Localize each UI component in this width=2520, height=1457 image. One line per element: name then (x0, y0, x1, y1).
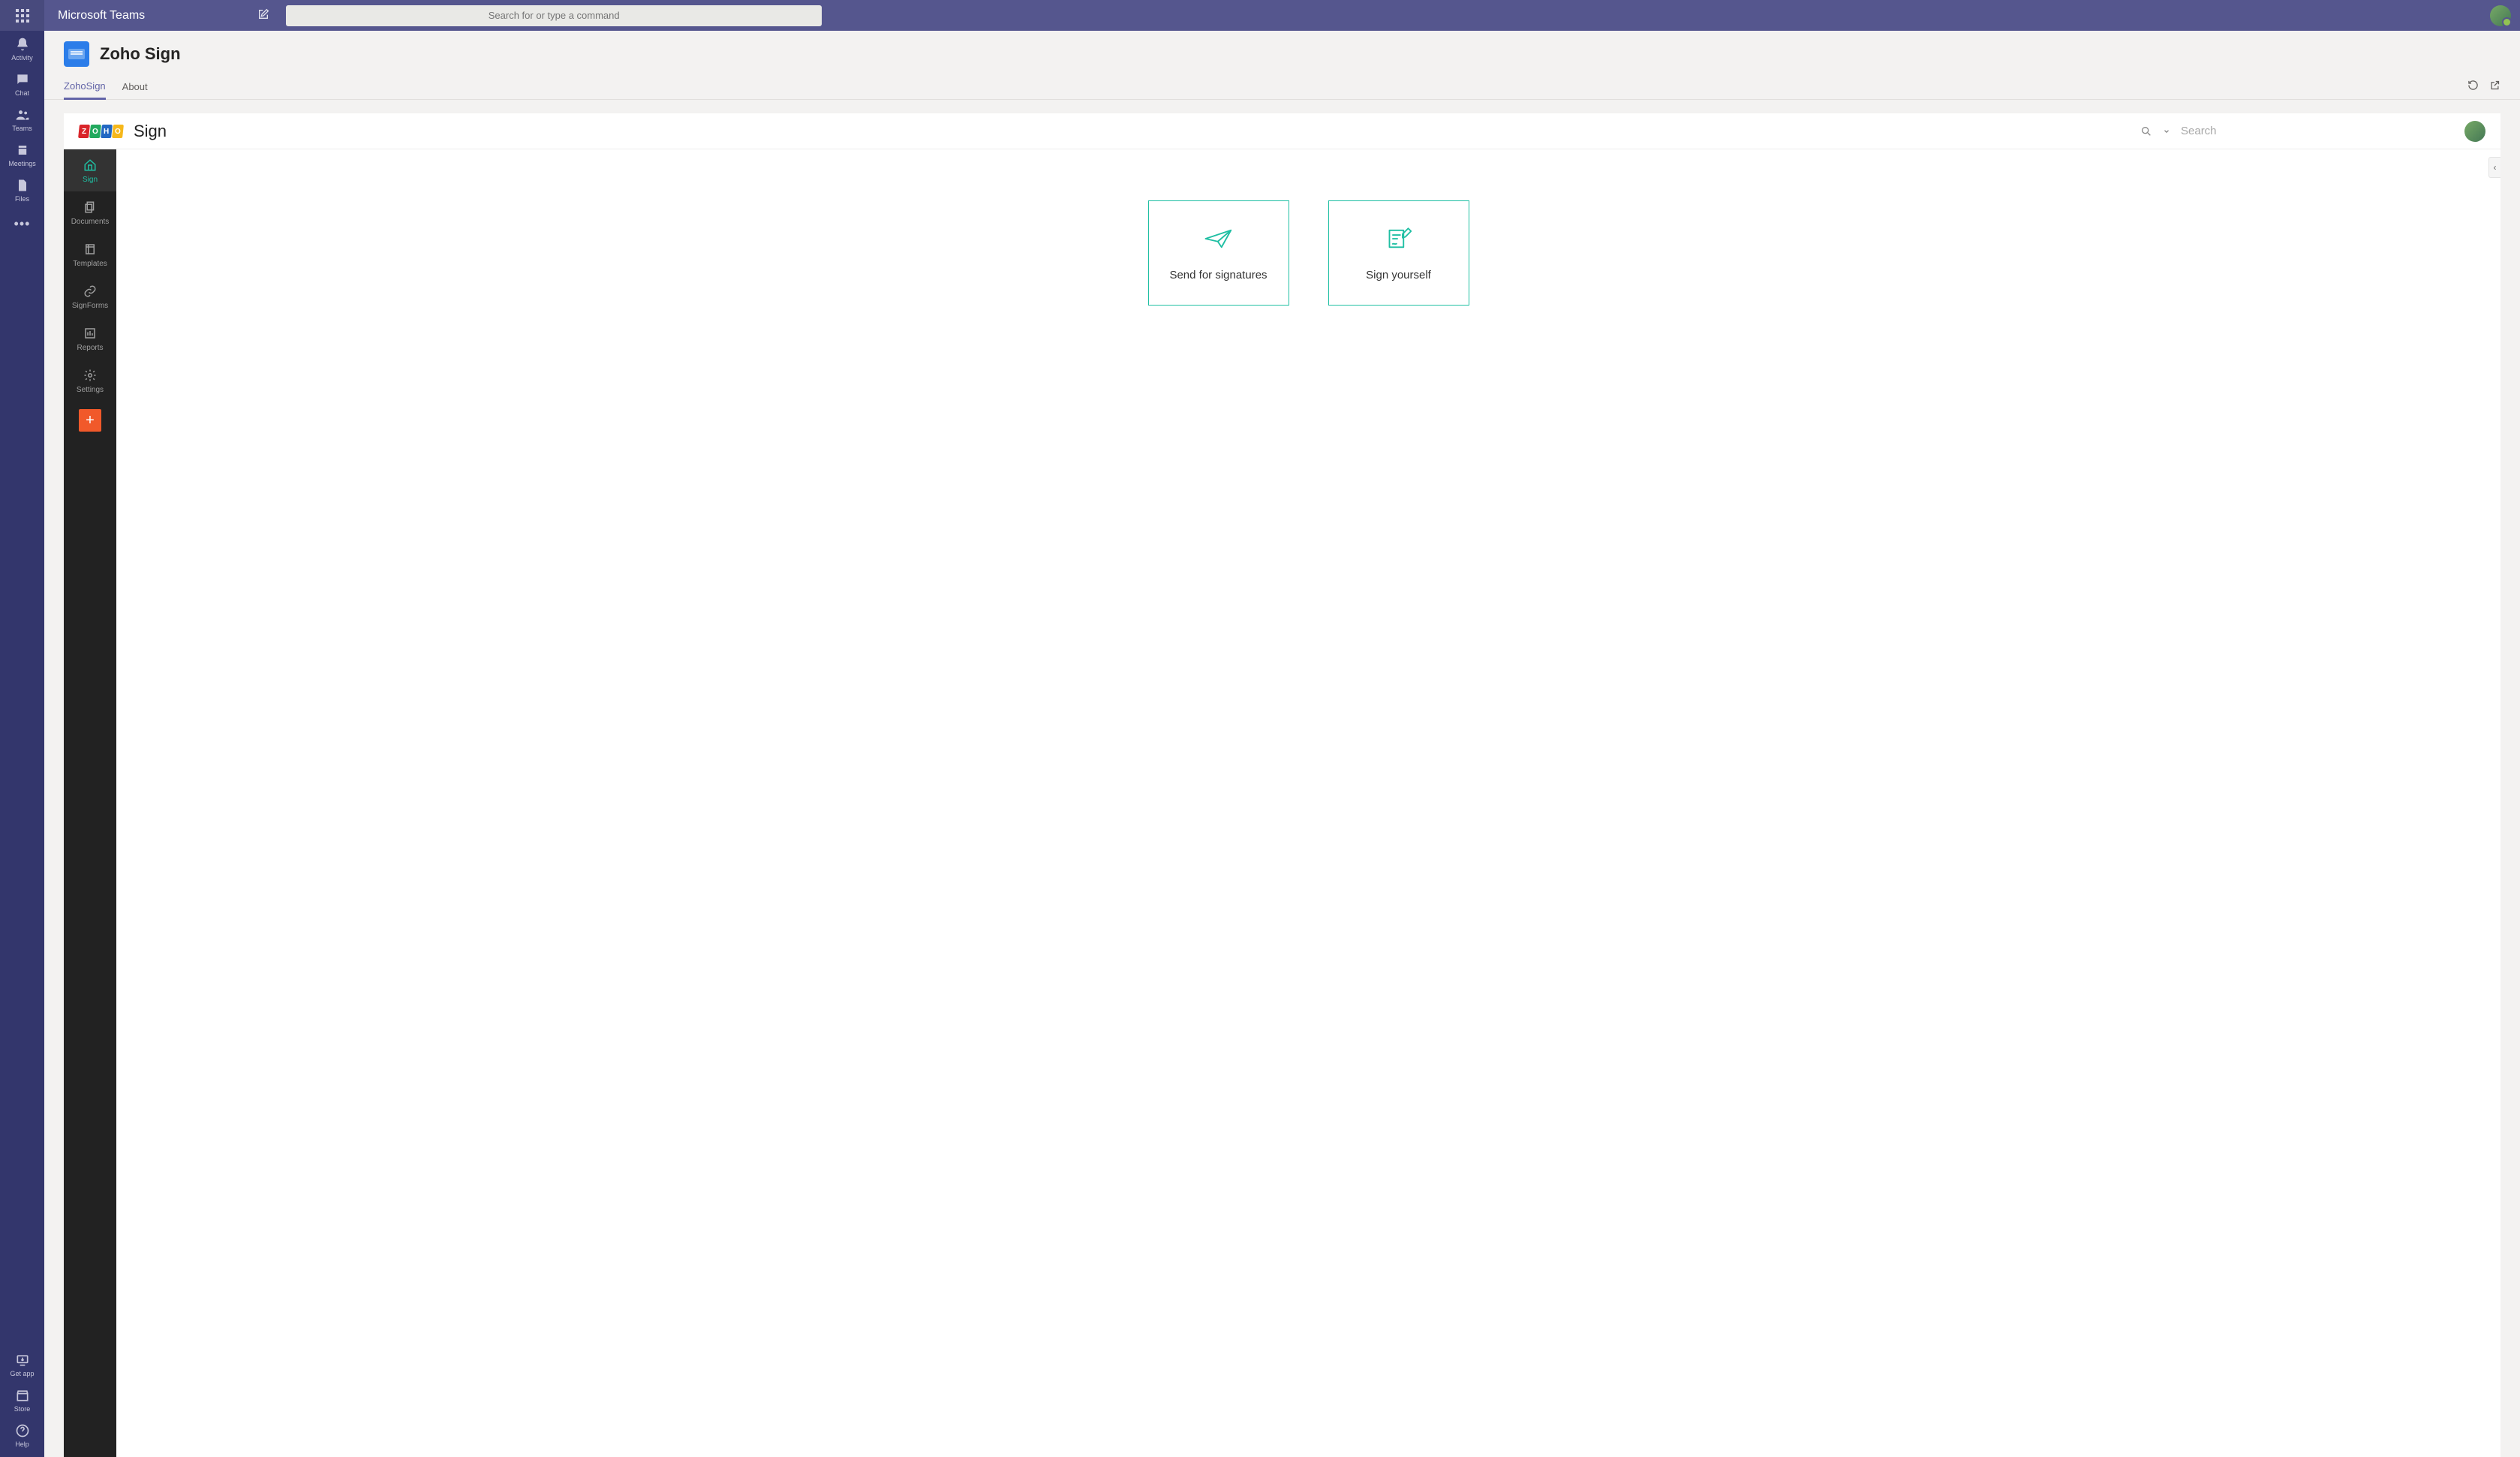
chevron-down-icon (2163, 128, 2170, 135)
rail-files[interactable]: Files (0, 172, 44, 207)
zoho-search-input[interactable] (2181, 125, 2451, 137)
sidebar-add-button[interactable]: + (79, 409, 101, 432)
sign-document-icon (1384, 225, 1414, 252)
rail-teams-label: Teams (12, 125, 32, 132)
tab-about[interactable]: About (122, 74, 148, 99)
sidebar-label-documents: Documents (71, 218, 110, 226)
sidebar-item-templates[interactable]: Templates (64, 233, 116, 275)
store-icon (15, 1388, 30, 1403)
zoho-body: Sign Documents Templates SignForms (64, 149, 2500, 1457)
profile-avatar[interactable] (2490, 5, 2511, 26)
file-icon (15, 178, 30, 193)
link-icon (83, 284, 97, 298)
template-icon (83, 242, 97, 256)
rail-getapp-label: Get app (10, 1370, 34, 1377)
zoho-canvas: Send for signatures Sign yourself (116, 149, 2500, 1457)
sidebar-item-sign[interactable]: Sign (64, 149, 116, 191)
rail-get-app[interactable]: Get app (0, 1347, 44, 1382)
ellipsis-icon: ••• (14, 216, 31, 232)
rail-activity-label: Activity (11, 54, 33, 62)
rail-help[interactable]: Help (0, 1417, 44, 1452)
sidebar-item-documents[interactable]: Documents (64, 191, 116, 233)
brand-title: Microsoft Teams (58, 9, 145, 23)
rail-meetings-label: Meetings (8, 160, 36, 167)
help-icon (15, 1423, 30, 1438)
app-header: Zoho Sign (44, 31, 2520, 67)
teams-search-box[interactable] (286, 5, 822, 26)
plus-icon: + (86, 412, 95, 429)
collapse-panel-button[interactable]: ‹ (2488, 157, 2500, 178)
tabs-row: ZohoSign About (44, 74, 2520, 100)
card-self-label: Sign yourself (1366, 269, 1431, 281)
people-icon (15, 107, 30, 122)
gear-icon (83, 369, 97, 382)
rail-activity[interactable]: Activity (0, 31, 44, 66)
compose-button[interactable] (257, 8, 269, 23)
rail-chat[interactable]: Chat (0, 66, 44, 101)
zoho-logo[interactable]: Z O H O Sign (79, 122, 167, 141)
rail-more[interactable]: ••• (0, 210, 44, 236)
popout-tab-button[interactable] (2489, 80, 2500, 95)
app-title: Zoho Sign (100, 44, 181, 64)
zoho-logo-blocks: Z O H O (79, 125, 123, 138)
content-column: Zoho Sign ZohoSign About Z (44, 31, 2520, 1457)
embed-wrap: Z O H O Sign (44, 100, 2520, 1457)
rail-chat-label: Chat (15, 89, 29, 97)
rail-files-label: Files (15, 195, 29, 203)
documents-icon (83, 200, 97, 214)
app-logo-tile (64, 41, 89, 67)
teams-top-bar: Microsoft Teams (0, 0, 2520, 31)
tab-zohosign[interactable]: ZohoSign (64, 75, 106, 100)
zoho-sidebar: Sign Documents Templates SignForms (64, 149, 116, 1457)
teams-left-rail: Activity Chat Teams Meetings Files ••• (0, 31, 44, 1457)
rail-help-label: Help (15, 1440, 29, 1448)
rail-teams[interactable]: Teams (0, 101, 44, 137)
reload-icon (2467, 80, 2479, 91)
chevron-left-icon: ‹ (2494, 162, 2497, 173)
chart-icon (83, 327, 97, 340)
sidebar-label-signforms: SignForms (72, 302, 108, 310)
sidebar-label-templates: Templates (73, 260, 107, 268)
download-icon (15, 1353, 30, 1368)
sidebar-label-sign: Sign (83, 176, 98, 184)
compose-icon (257, 8, 269, 20)
rail-store-label: Store (14, 1405, 31, 1413)
reload-tab-button[interactable] (2467, 80, 2479, 95)
sidebar-item-signforms[interactable]: SignForms (64, 275, 116, 318)
rail-meetings[interactable]: Meetings (0, 137, 44, 172)
zoho-header: Z O H O Sign (64, 113, 2500, 149)
zoho-search[interactable] (2140, 125, 2451, 137)
rail-store[interactable]: Store (0, 1382, 44, 1417)
sidebar-label-reports: Reports (77, 344, 103, 352)
teams-search-input[interactable] (286, 10, 822, 21)
card-send-label: Send for signatures (1169, 269, 1267, 281)
bell-icon (15, 37, 30, 52)
search-icon (2140, 125, 2152, 137)
card-sign-yourself[interactable]: Sign yourself (1328, 200, 1469, 306)
app-launcher-button[interactable] (0, 0, 44, 31)
zoho-profile-avatar[interactable] (2464, 121, 2485, 142)
calendar-icon (15, 143, 30, 158)
sidebar-item-reports[interactable]: Reports (64, 318, 116, 360)
zoho-product-name: Sign (134, 122, 167, 141)
chat-icon (15, 72, 30, 87)
home-icon (83, 158, 97, 172)
signature-icon (68, 49, 85, 59)
sidebar-item-settings[interactable]: Settings (64, 360, 116, 402)
sidebar-label-settings: Settings (77, 386, 104, 394)
paper-plane-icon (1204, 225, 1234, 252)
card-send-for-signatures[interactable]: Send for signatures (1148, 200, 1289, 306)
waffle-icon (16, 9, 29, 23)
zoho-embed: Z O H O Sign (64, 113, 2500, 1457)
popout-icon (2489, 80, 2500, 91)
main-row: Activity Chat Teams Meetings Files ••• (0, 31, 2520, 1457)
